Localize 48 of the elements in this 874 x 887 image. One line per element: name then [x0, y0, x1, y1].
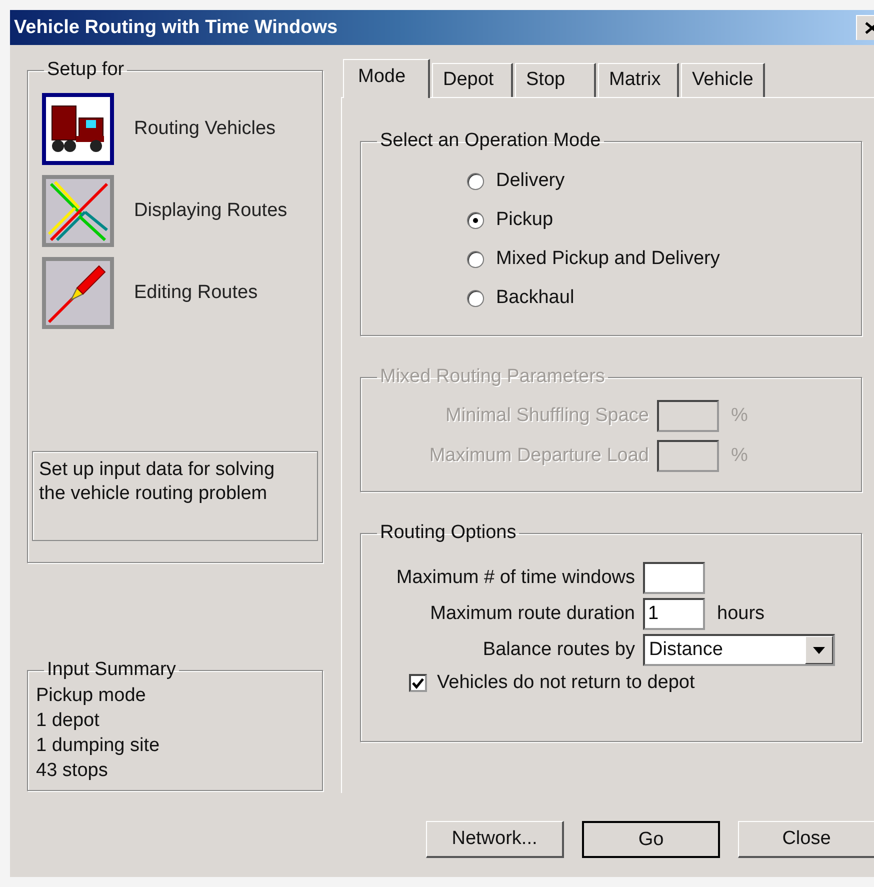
field-label: Balance routes by — [482, 639, 635, 661]
group-title: Setup for — [46, 59, 126, 81]
crossing-lines-icon — [47, 180, 109, 242]
dropdown[interactable]: Distance — [643, 634, 835, 666]
field-label: Maximum # of time windows — [395, 567, 635, 589]
group-title: Input Summary — [46, 659, 177, 681]
field-label: Maximum route duration — [429, 603, 635, 625]
checkbox[interactable] — [409, 674, 427, 692]
unit-label: % — [731, 405, 748, 427]
input-field[interactable]: 1 — [643, 598, 705, 630]
caret-icon — [813, 646, 825, 654]
dialog-button[interactable]: Close — [738, 821, 874, 858]
summary-line: 1 depot — [36, 709, 100, 733]
setup-label: Displaying Routes — [134, 200, 288, 222]
group-title: Routing Options — [379, 522, 518, 544]
radio-button[interactable] — [467, 212, 484, 228]
tab[interactable]: Depot — [432, 63, 513, 97]
dialog-button[interactable]: Network... — [426, 821, 564, 858]
window-title: Vehicle Routing with Time Windows — [14, 16, 338, 38]
description-text: Set up input data for solving the vehicle routing problem — [39, 458, 276, 506]
radio-label: Delivery — [496, 170, 565, 192]
group-title: Select an Operation Mode — [379, 130, 602, 152]
tab[interactable]: Matrix — [598, 63, 679, 97]
radio-label: Backhaul — [496, 287, 574, 309]
radio-label: Mixed Pickup and Delivery — [496, 248, 720, 270]
setup-label: Routing Vehicles — [134, 118, 276, 140]
tab[interactable]: Stop — [515, 63, 596, 97]
unit-label: % — [731, 445, 748, 467]
radio-button[interactable] — [467, 290, 484, 306]
unit-label: hours — [717, 603, 765, 625]
summary-line: 1 dumping site — [36, 734, 161, 758]
close-icon — [864, 21, 874, 35]
setup-label: Editing Routes — [134, 282, 258, 304]
dialog-button[interactable]: Go — [582, 821, 720, 858]
input-field[interactable] — [643, 562, 705, 594]
setup-icon-button[interactable] — [42, 93, 114, 165]
field-label: Minimal Shuffling Space — [444, 405, 649, 427]
summary-line: 43 stops — [36, 759, 109, 783]
group-title: Mixed Routing Parameters — [379, 366, 606, 388]
tab[interactable]: Vehicle — [681, 63, 766, 97]
summary-line: Pickup mode — [36, 684, 147, 708]
field-label: Maximum Departure Load — [428, 445, 649, 467]
tab[interactable]: Mode — [343, 59, 430, 98]
radio-button[interactable] — [467, 172, 484, 190]
radio-label: Pickup — [496, 209, 554, 231]
radio-button[interactable] — [467, 250, 484, 268]
checkbox-label: Vehicles do not return to depot — [437, 672, 695, 694]
close-button[interactable] — [856, 15, 874, 40]
